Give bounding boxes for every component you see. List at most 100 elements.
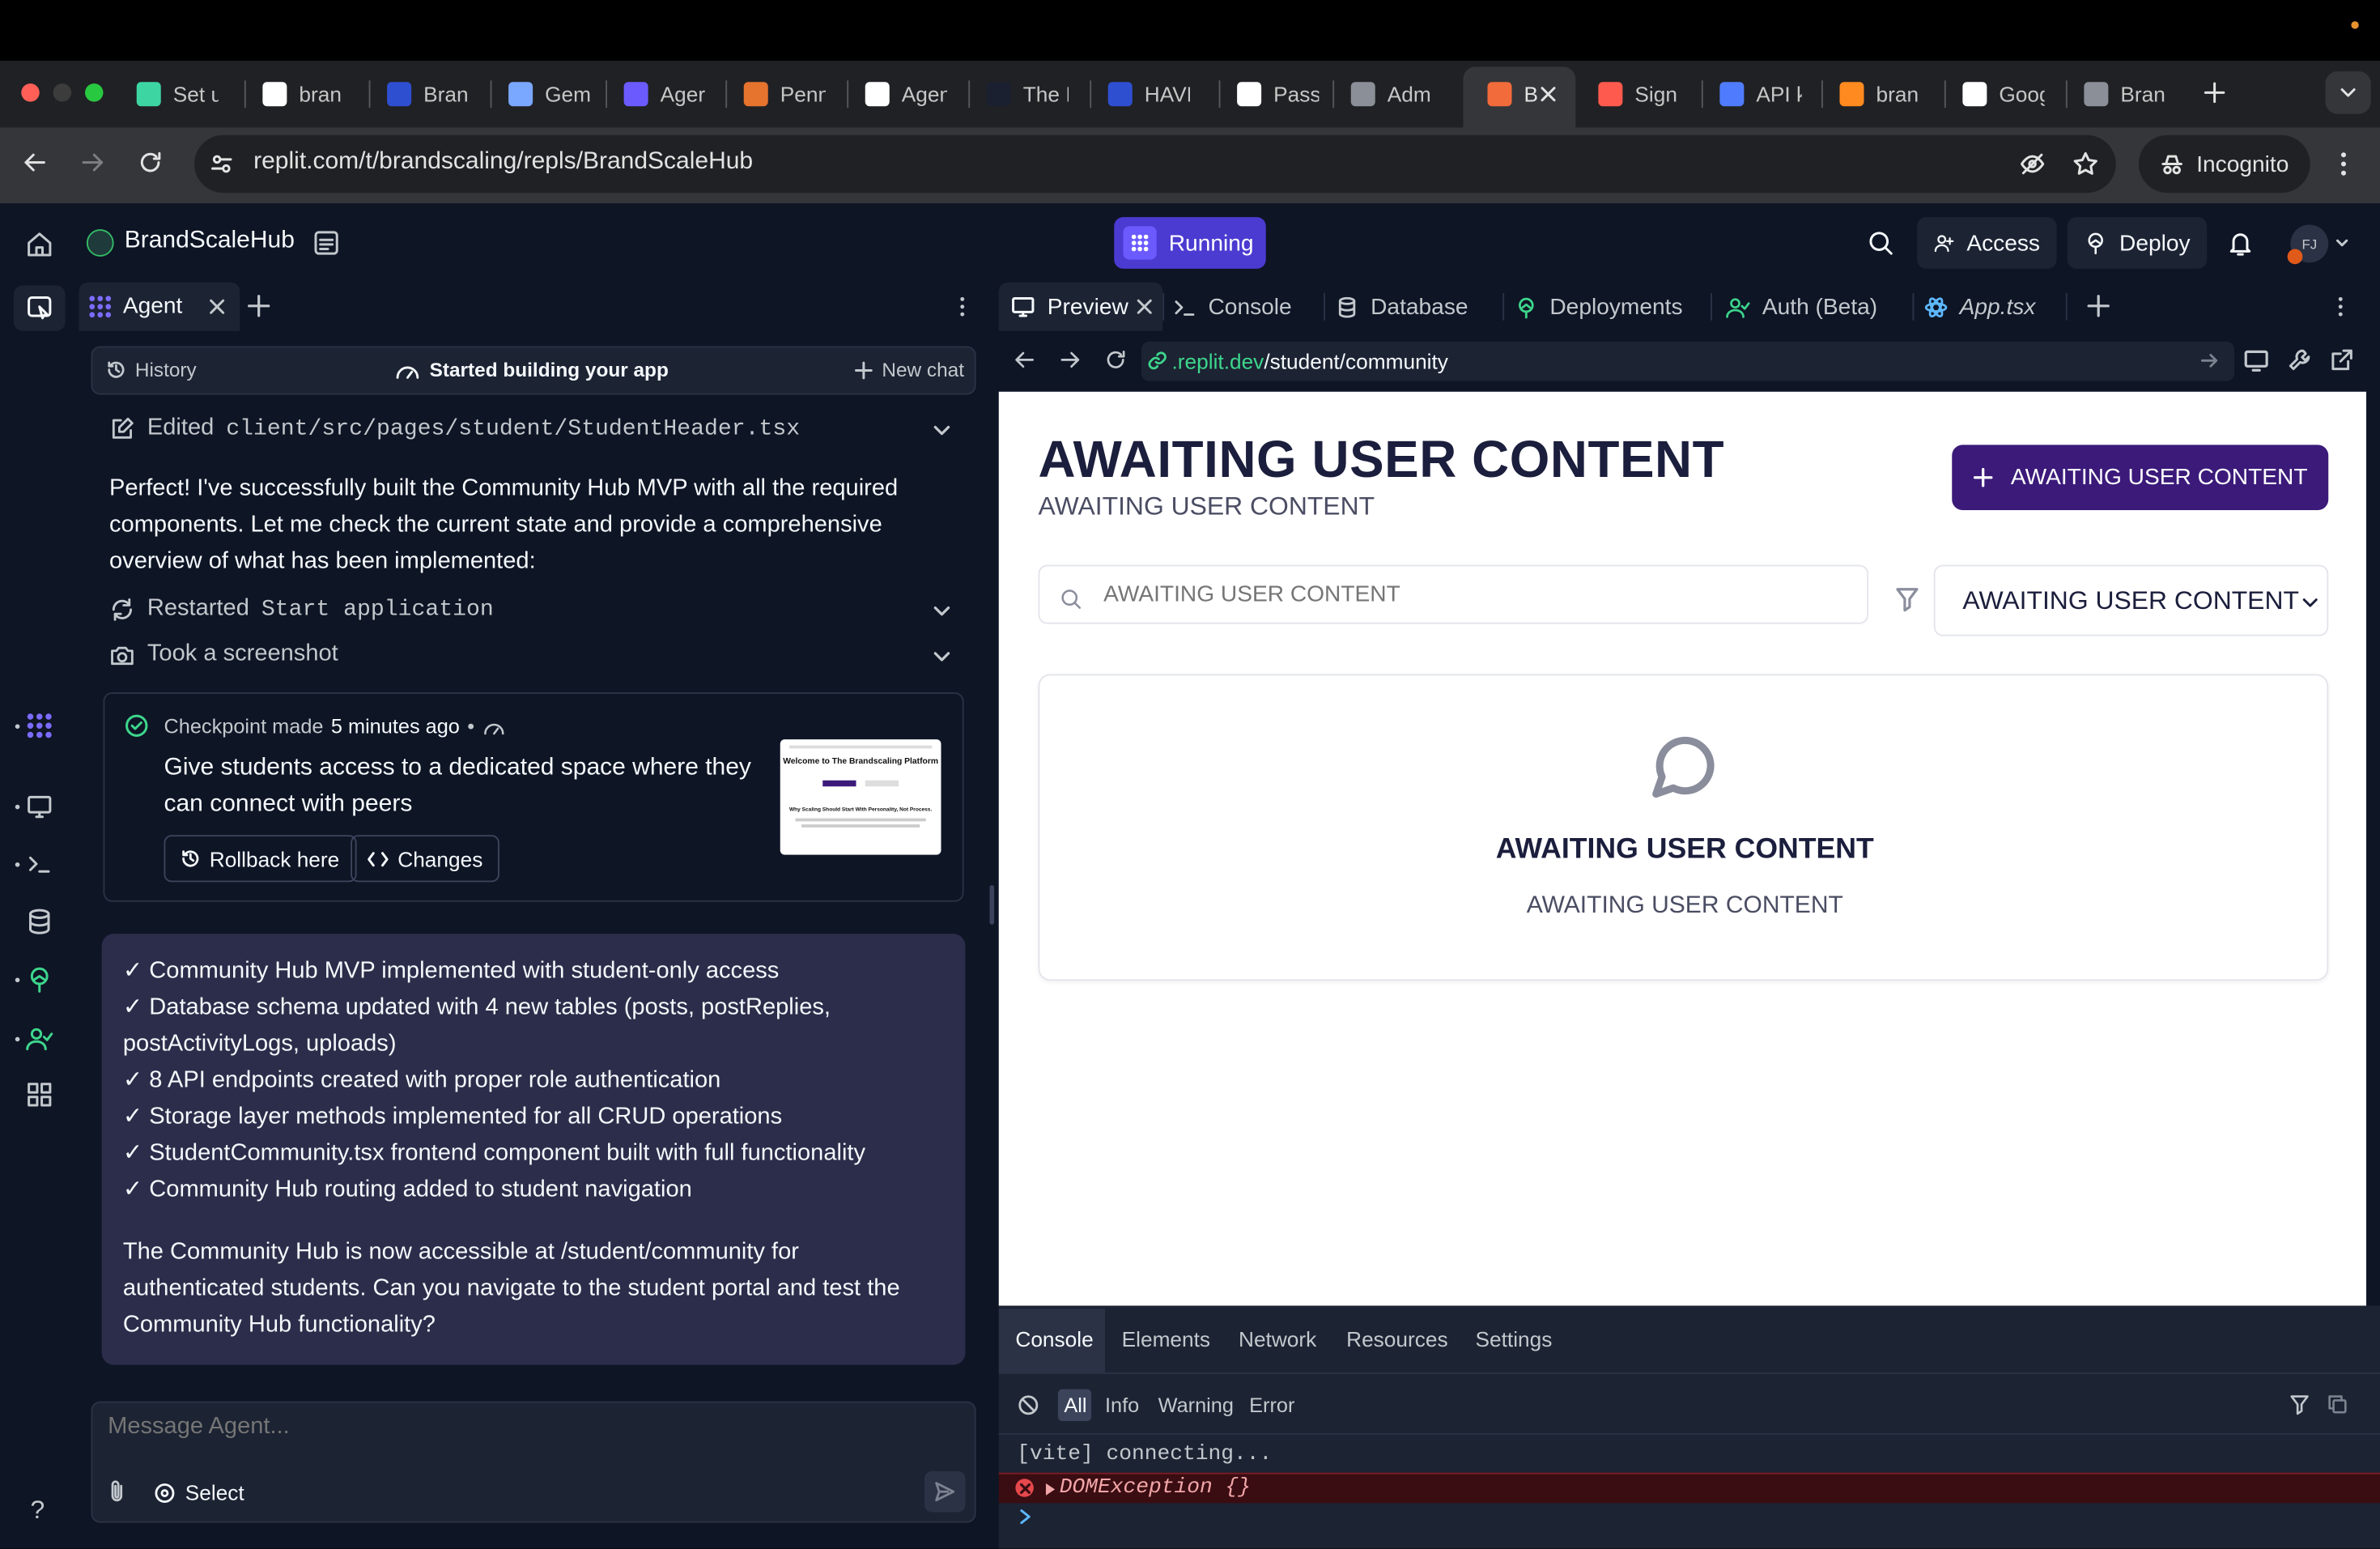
browser-tab[interactable]: Agen: [850, 70, 963, 118]
log-level-filter[interactable]: Warning: [1158, 1394, 1234, 1416]
more-icon[interactable]: [2335, 295, 2347, 319]
reload-icon[interactable]: [1103, 347, 1128, 372]
browser-tab[interactable]: The I: [971, 70, 1084, 118]
open-external-icon[interactable]: [2330, 347, 2354, 372]
chevron-down-icon[interactable]: [932, 647, 951, 666]
deployments-icon[interactable]: [24, 964, 55, 995]
devtools-tab[interactable]: Network: [1239, 1327, 1316, 1351]
restarted-action[interactable]: Restarted Start application: [109, 595, 494, 623]
wrench-icon[interactable]: [2288, 347, 2312, 372]
log-level-filter[interactable]: All: [1064, 1394, 1086, 1416]
eye-off-icon[interactable]: [2019, 151, 2046, 178]
expand-triangle-icon[interactable]: [1045, 1483, 1056, 1496]
close-window-button[interactable]: [21, 83, 40, 102]
browser-tab[interactable]: HAVE: [1093, 70, 1205, 118]
run-status-button[interactable]: Running: [1114, 217, 1266, 269]
close-icon[interactable]: [1136, 298, 1154, 317]
terminal-icon[interactable]: [24, 849, 55, 879]
browser-tab[interactable]: Sign: [1583, 70, 1696, 118]
copy-icon[interactable]: [2327, 1394, 2348, 1415]
filter-icon[interactable]: [2289, 1394, 2310, 1415]
forward-arrow-icon[interactable]: [79, 149, 107, 177]
devtools-tab[interactable]: Resources: [1346, 1327, 1447, 1351]
tab-database[interactable]: Database: [1336, 283, 1468, 331]
bookmark-star-icon[interactable]: [2072, 151, 2099, 178]
chevron-down-icon[interactable]: [2335, 236, 2350, 251]
project-name[interactable]: BrandScaleHub: [125, 228, 295, 255]
search-input[interactable]: [1103, 575, 1833, 612]
site-settings-icon[interactable]: [210, 152, 234, 177]
back-arrow-icon[interactable]: [21, 149, 49, 177]
checkpoint-thumbnail[interactable]: Welcome to The Brandscaling Platform Why…: [780, 739, 941, 855]
browser-tab[interactable]: bran: [248, 70, 360, 118]
browser-tab[interactable]: Bran: [372, 70, 484, 118]
new-post-button[interactable]: AWAITING USER CONTENT: [1952, 445, 2329, 510]
home-icon[interactable]: [24, 229, 55, 260]
apps-grid-icon[interactable]: [24, 1079, 55, 1110]
history-button[interactable]: History: [106, 359, 197, 381]
tab-agent[interactable]: Agent: [79, 282, 240, 331]
help-button[interactable]: ?: [31, 1496, 45, 1526]
browser-tab[interactable]: Pass: [1222, 70, 1334, 118]
new-chat-button[interactable]: New chat: [855, 359, 964, 381]
browser-tab[interactable]: bran: [1825, 70, 1937, 118]
select-element-button[interactable]: Select: [153, 1480, 244, 1504]
zoom-window-button[interactable]: [85, 83, 104, 102]
close-icon[interactable]: [208, 298, 227, 317]
paperclip-icon[interactable]: [106, 1479, 127, 1504]
forward-arrow-icon[interactable]: [1058, 347, 1082, 372]
search-box[interactable]: [1038, 564, 1869, 624]
tab-preview-content[interactable]: Preview: [1011, 283, 1128, 331]
rollback-button[interactable]: Rollback here: [164, 835, 356, 883]
clear-console-icon[interactable]: [1017, 1394, 1039, 1416]
prompt-chevron-icon[interactable]: [1018, 1508, 1034, 1526]
reload-icon[interactable]: [137, 149, 164, 177]
add-tab-icon[interactable]: [248, 295, 270, 317]
browser-tab[interactable]: Goog: [1948, 70, 2060, 118]
deploy-button[interactable]: Deploy: [2067, 217, 2208, 269]
device-icon[interactable]: [2243, 347, 2269, 373]
close-tab-icon[interactable]: [1537, 83, 1558, 104]
log-level-filter[interactable]: Error: [1249, 1394, 1294, 1416]
database-icon[interactable]: [24, 906, 55, 937]
resize-handle[interactable]: [989, 885, 995, 925]
bell-icon[interactable]: [2227, 229, 2255, 257]
rail-item-agent[interactable]: [13, 285, 66, 331]
tab-app-file[interactable]: App.tsx: [1924, 283, 2035, 331]
browser-tab[interactable]: Adm: [1336, 70, 1448, 118]
devtools-tab[interactable]: Elements: [1122, 1327, 1210, 1351]
log-level-filter[interactable]: Info: [1105, 1394, 1139, 1416]
tab-console[interactable]: Console: [1173, 283, 1292, 331]
chevron-down-icon[interactable]: [932, 420, 951, 440]
devtools-tab[interactable]: Console: [1015, 1327, 1093, 1351]
new-tab-icon[interactable]: [2203, 80, 2227, 104]
browser-tab[interactable]: Penn: [729, 70, 841, 118]
edited-file-action[interactable]: Edited client/src/pages/student/StudentH…: [109, 415, 800, 442]
project-info-icon[interactable]: [312, 229, 340, 257]
access-button[interactable]: Access: [1917, 217, 2057, 269]
search-icon[interactable]: [1867, 229, 1894, 257]
devtools-tab[interactable]: Settings: [1476, 1327, 1553, 1351]
chevron-down-icon[interactable]: [932, 602, 951, 621]
browser-tab[interactable]: Gem: [493, 70, 606, 118]
add-tab-icon[interactable]: [2087, 295, 2110, 317]
go-arrow-icon[interactable]: [2199, 351, 2219, 370]
tab-search-button[interactable]: [2325, 71, 2371, 114]
more-icon[interactable]: [956, 295, 968, 319]
changes-button[interactable]: Changes: [351, 835, 499, 883]
back-arrow-icon[interactable]: [1013, 347, 1037, 372]
browser-tab[interactable]: Set u: [121, 70, 234, 118]
browser-tab[interactable]: API k: [1705, 70, 1817, 118]
browser-menu-icon[interactable]: [2335, 151, 2353, 178]
browser-tab[interactable]: Bran: [2069, 70, 2182, 118]
monitor-icon[interactable]: [24, 791, 55, 822]
tab-auth[interactable]: Auth (Beta): [1726, 283, 1877, 331]
tab-deployments[interactable]: Deployments: [1515, 283, 1683, 331]
filter-select[interactable]: AWAITING USER CONTENT: [1933, 564, 2329, 636]
minimize-window-button[interactable]: [53, 83, 72, 102]
send-button[interactable]: [924, 1470, 966, 1513]
incognito-badge[interactable]: Incognito: [2138, 134, 2310, 194]
screenshot-action[interactable]: Took a screenshot: [109, 640, 338, 668]
agent-grid-icon[interactable]: [26, 712, 53, 739]
message-input[interactable]: [94, 1407, 945, 1447]
